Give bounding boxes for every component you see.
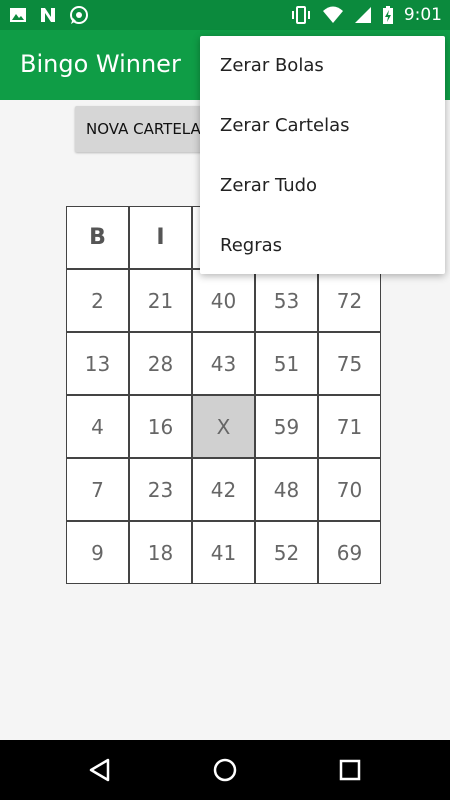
card-cell[interactable]: 53 bbox=[255, 269, 318, 332]
card-cell[interactable]: 42 bbox=[192, 458, 255, 521]
status-bar: 9:01 bbox=[0, 0, 450, 30]
n-notification-icon bbox=[41, 8, 55, 22]
card-cell[interactable]: 18 bbox=[129, 521, 192, 584]
wifi-icon bbox=[322, 6, 343, 23]
back-icon[interactable] bbox=[86, 756, 114, 784]
clock: 9:01 bbox=[403, 5, 442, 25]
navigation-bar bbox=[0, 740, 450, 800]
card-cell[interactable]: 75 bbox=[318, 332, 381, 395]
card-cell[interactable]: 51 bbox=[255, 332, 318, 395]
card-cell[interactable]: 4 bbox=[66, 395, 129, 458]
vibrate-icon bbox=[291, 6, 310, 24]
whatsapp-icon bbox=[70, 6, 88, 24]
menu-item-zerar-cartelas[interactable]: Zerar Cartelas bbox=[200, 96, 445, 156]
card-cell[interactable]: 41 bbox=[192, 521, 255, 584]
home-icon[interactable] bbox=[211, 756, 239, 784]
no-sim-icon bbox=[354, 7, 371, 23]
overflow-menu: Zerar Bolas Zerar Cartelas Zerar Tudo Re… bbox=[200, 36, 445, 274]
card-header-i: I bbox=[129, 206, 192, 269]
card-header-b: B bbox=[66, 206, 129, 269]
card-cell[interactable]: 59 bbox=[255, 395, 318, 458]
card-cell[interactable]: 69 bbox=[318, 521, 381, 584]
app-title: Bingo Winner bbox=[20, 50, 181, 78]
recents-icon[interactable] bbox=[336, 756, 364, 784]
card-cell[interactable]: 71 bbox=[318, 395, 381, 458]
menu-item-regras[interactable]: Regras bbox=[200, 216, 445, 276]
card-cell-free[interactable]: X bbox=[192, 395, 255, 458]
image-icon bbox=[10, 8, 26, 22]
card-cell[interactable]: 9 bbox=[66, 521, 129, 584]
card-cell[interactable]: 52 bbox=[255, 521, 318, 584]
card-cell[interactable]: 7 bbox=[66, 458, 129, 521]
card-cell[interactable]: 2 bbox=[66, 269, 129, 332]
card-cell[interactable]: 23 bbox=[129, 458, 192, 521]
card-cell[interactable]: 70 bbox=[318, 458, 381, 521]
card-cell[interactable]: 40 bbox=[192, 269, 255, 332]
menu-item-zerar-bolas[interactable]: Zerar Bolas bbox=[200, 36, 445, 96]
card-cell[interactable]: 13 bbox=[66, 332, 129, 395]
card-cell[interactable]: 28 bbox=[129, 332, 192, 395]
card-cell[interactable]: 43 bbox=[192, 332, 255, 395]
card-cell[interactable]: 21 bbox=[129, 269, 192, 332]
battery-icon bbox=[382, 6, 393, 24]
menu-item-zerar-tudo[interactable]: Zerar Tudo bbox=[200, 156, 445, 216]
card-cell[interactable]: 16 bbox=[129, 395, 192, 458]
card-cell[interactable]: 72 bbox=[318, 269, 381, 332]
card-cell[interactable]: 48 bbox=[255, 458, 318, 521]
nova-cartela-button[interactable]: NOVA CARTELA bbox=[75, 106, 215, 152]
